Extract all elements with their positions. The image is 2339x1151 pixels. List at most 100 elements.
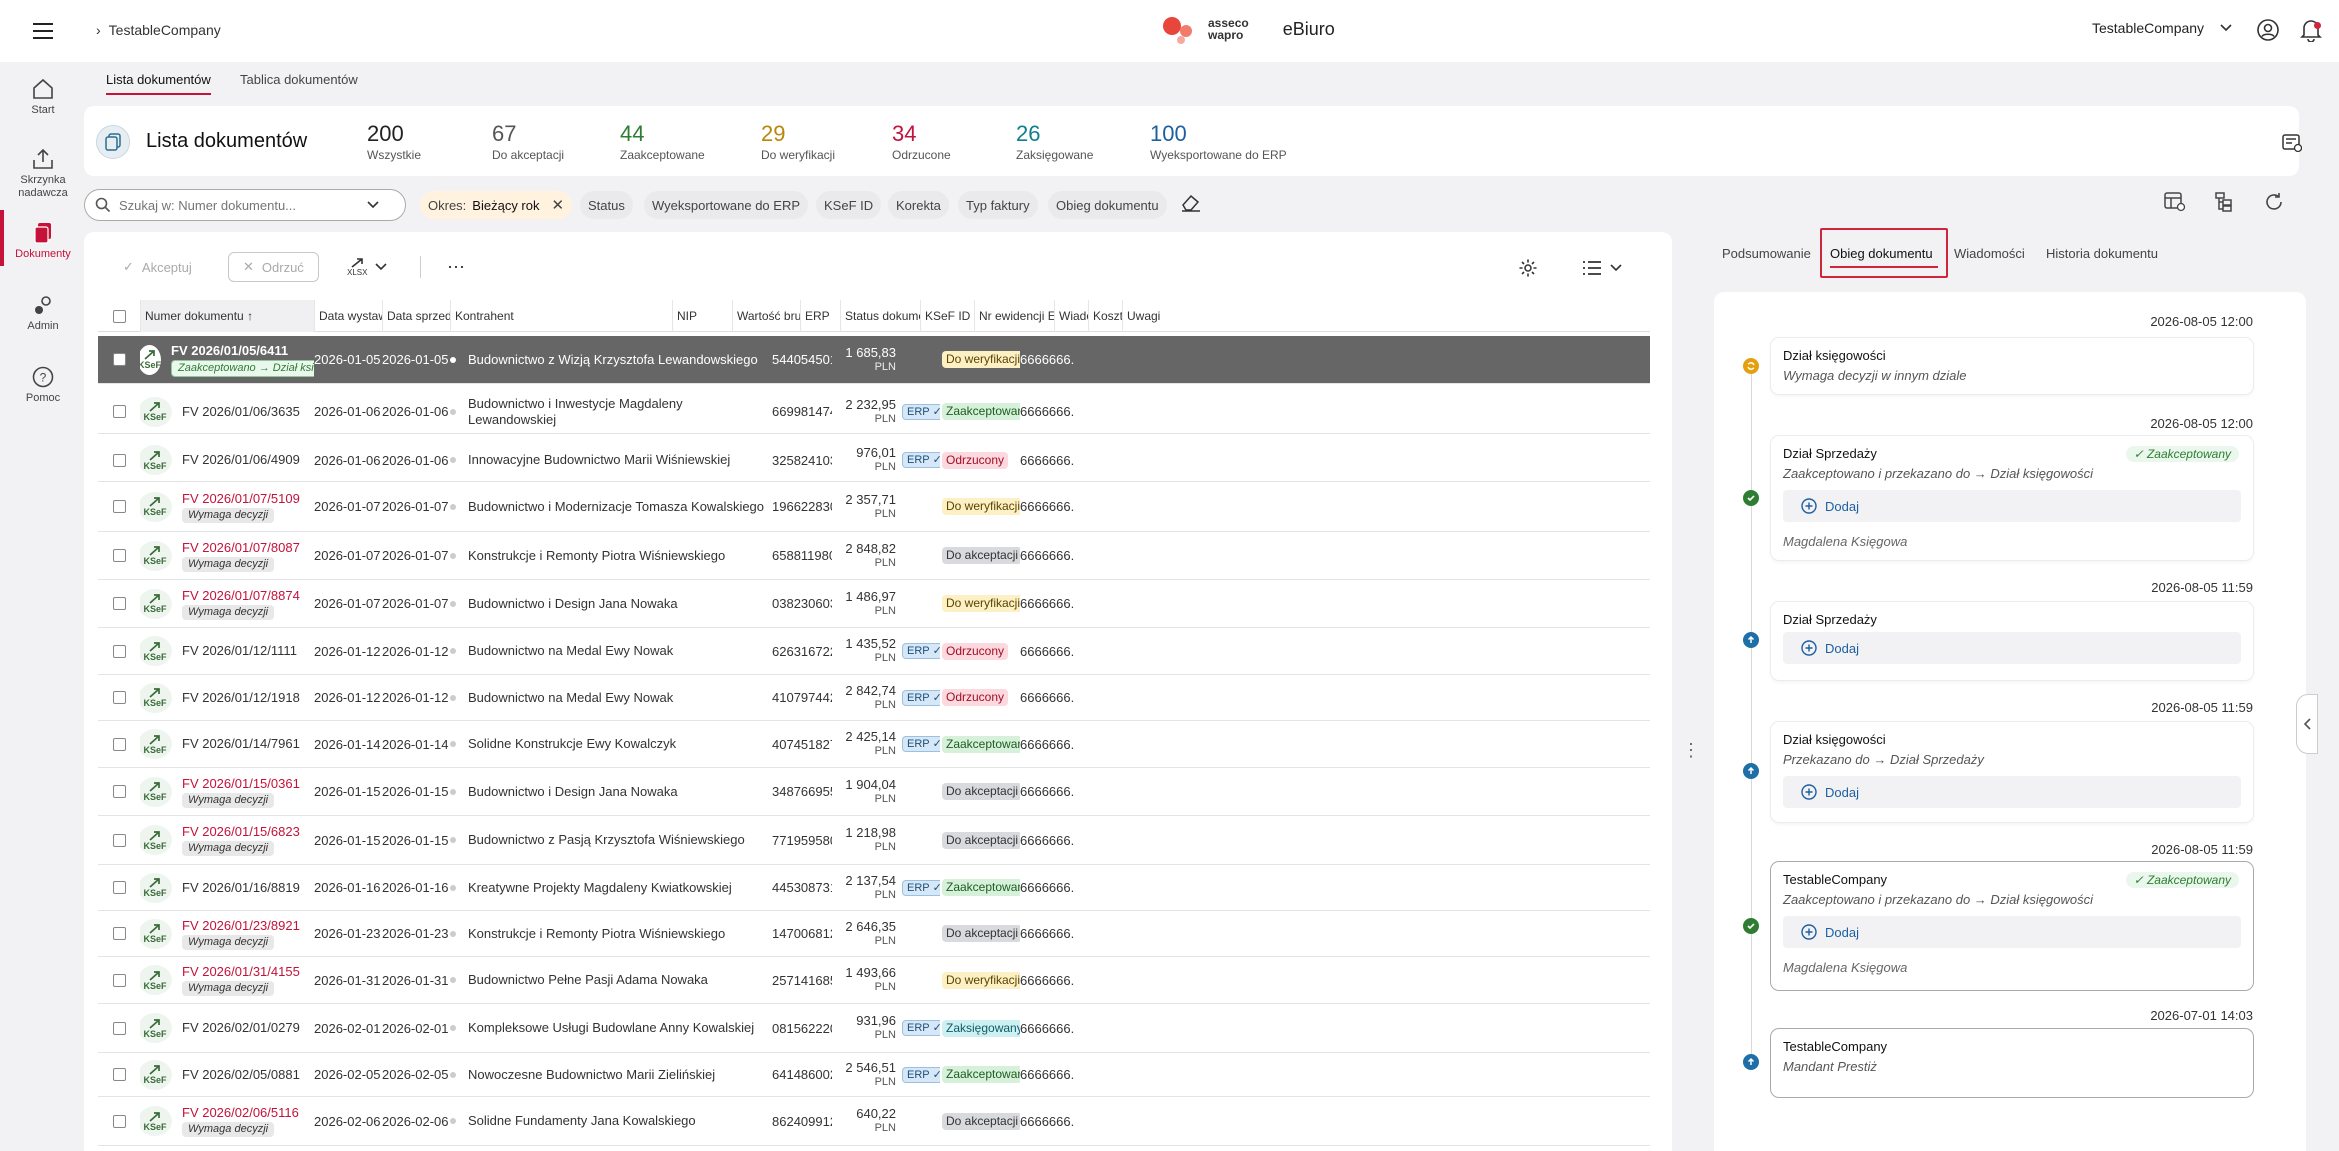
more-actions-icon[interactable]: ⋯ bbox=[432, 252, 480, 282]
row-checkbox[interactable] bbox=[112, 691, 126, 704]
column-header-costs[interactable]: Koszty bbox=[1088, 300, 1122, 332]
add-comment-button[interactable]: Dodaj bbox=[1783, 776, 2241, 808]
row-checkbox[interactable] bbox=[112, 597, 126, 610]
table-row[interactable]: KSeF FV 2026/01/07/8874 Wymaga decyzji 2026… bbox=[98, 580, 1650, 628]
stat-to-verify[interactable]: 29 Do weryfikacji bbox=[761, 122, 835, 163]
table-row[interactable]: KSeF FV 2026/01/06/4909 2026-01-06 2026-01-… bbox=[98, 439, 1650, 482]
stat-accepted[interactable]: 44 Zaakceptowane bbox=[620, 122, 705, 163]
table-row[interactable]: KSeF FV 2026/01/16/8819 2026-01-16 2026-01-… bbox=[98, 865, 1650, 911]
stat-all[interactable]: 200 Wszystkie bbox=[367, 122, 421, 163]
company-selector[interactable]: TestableCompany bbox=[2092, 20, 2232, 36]
tree-view-icon[interactable] bbox=[2214, 192, 2234, 212]
breadcrumb-company[interactable]: TestableCompany bbox=[109, 22, 221, 38]
chevron-down-icon[interactable] bbox=[367, 201, 379, 209]
select-all-checkbox[interactable] bbox=[112, 309, 126, 323]
column-header-sale-date[interactable]: Data sprzedaż bbox=[382, 300, 450, 332]
sidebar-item-documents[interactable]: Dokumenty bbox=[0, 210, 86, 266]
column-header-remarks[interactable]: Uwagi bbox=[1122, 300, 1162, 332]
filter-chip-exported-erp[interactable]: Wyeksportowane do ERP bbox=[644, 191, 809, 219]
table-row[interactable]: KSeF FV 2026/01/23/8921 Wymaga decyzji 2026… bbox=[98, 911, 1650, 957]
row-checkbox[interactable] bbox=[112, 405, 126, 418]
filter-chip-correction[interactable]: Korekta bbox=[888, 191, 949, 219]
sidebar-item-outbox[interactable]: Skrzynka nadawcza bbox=[0, 144, 86, 200]
table-row[interactable]: KSeF FV 2026/02/01/0279 2026-02-01 2026-02-… bbox=[98, 1004, 1650, 1053]
row-checkbox[interactable] bbox=[112, 500, 126, 513]
row-checkbox[interactable] bbox=[112, 785, 126, 798]
table-row[interactable]: KSeF FV 2026/01/12/1918 2026-01-12 2026-01-… bbox=[98, 675, 1650, 721]
row-checkbox[interactable] bbox=[112, 549, 126, 562]
ksef-id: 6666666... bbox=[1020, 404, 1074, 419]
row-checkbox[interactable] bbox=[112, 1021, 126, 1035]
row-checkbox[interactable] bbox=[112, 927, 126, 940]
hamburger-menu-icon[interactable] bbox=[28, 16, 58, 46]
sidebar-item-help[interactable]: ? Pomoc bbox=[0, 362, 86, 404]
row-checkbox[interactable] bbox=[112, 833, 126, 847]
table-row[interactable]: KSeF FV 2026/01/31/4155 Wymaga decyzji 2026… bbox=[98, 957, 1650, 1004]
tab-summary[interactable]: Podsumowanie bbox=[1722, 246, 1811, 261]
table-row[interactable]: KSeF FV 2026/01/07/8087 Wymaga decyzji 2026… bbox=[98, 532, 1650, 580]
tab-document-list[interactable]: Lista dokumentów bbox=[106, 72, 211, 95]
refresh-icon[interactable] bbox=[2264, 192, 2284, 212]
stat-to-accept[interactable]: 67 Do akceptacji bbox=[492, 122, 564, 163]
search-input[interactable] bbox=[119, 197, 359, 213]
table-row[interactable]: KSeF FV 2026/01/06/3635 2026-01-06 2026-01-… bbox=[98, 390, 1650, 434]
row-checkbox[interactable] bbox=[112, 453, 126, 467]
table-row[interactable]: KSeF FV 2026/01/15/6823 Wymaga decyzji 2026… bbox=[98, 816, 1650, 865]
table-row[interactable]: KSeF FV 2026/01/15/0361 Wymaga decyzji 2026… bbox=[98, 768, 1650, 816]
period-filter-chip[interactable]: Okres: Bieżący rok ✕ bbox=[420, 191, 573, 219]
column-header-gross[interactable]: Wartość brutto bbox=[732, 300, 800, 332]
table-settings-gear-icon[interactable] bbox=[1518, 258, 1538, 278]
export-xlsx-button[interactable]: XLSX bbox=[340, 252, 395, 282]
filter-chip-status[interactable]: Status bbox=[580, 191, 633, 219]
collapse-panel-button[interactable] bbox=[2296, 694, 2318, 754]
column-header-status[interactable]: Status dokumentu bbox=[840, 300, 920, 332]
reject-button[interactable]: ✕ Odrzuć bbox=[228, 252, 319, 282]
table-row[interactable]: KSeF FV 2026/01/07/5109 Wymaga decyzji 2026… bbox=[98, 482, 1650, 532]
column-header-issue-date[interactable]: Data wystawie bbox=[314, 300, 382, 332]
column-header-number[interactable]: Numer dokumentu ↑ bbox=[140, 300, 314, 332]
user-account-icon[interactable] bbox=[2256, 18, 2280, 42]
column-header-contractor[interactable]: Kontrahent bbox=[450, 300, 672, 332]
stat-rejected[interactable]: 34 Odrzucone bbox=[892, 122, 951, 163]
filter-chip-invoice-type[interactable]: Typ faktury bbox=[958, 191, 1038, 219]
breadcrumb[interactable]: › TestableCompany bbox=[96, 22, 221, 38]
tab-messages[interactable]: Wiadomości bbox=[1954, 246, 2025, 261]
row-checkbox[interactable] bbox=[112, 353, 126, 366]
sidebar-item-start[interactable]: Start bbox=[0, 74, 86, 116]
stat-exported-erp[interactable]: 100 Wyeksportowane do ERP bbox=[1150, 122, 1287, 163]
table-row[interactable]: KSeF FV 2026/02/06/5116 Wymaga decyzji 2026… bbox=[98, 1097, 1650, 1146]
column-header-ksef-id[interactable]: KSeF ID bbox=[920, 300, 974, 332]
add-comment-button[interactable]: Dodaj bbox=[1783, 916, 2241, 948]
row-checkbox[interactable] bbox=[112, 644, 126, 658]
close-icon[interactable]: ✕ bbox=[552, 196, 565, 214]
view-mode-selector[interactable] bbox=[1582, 260, 1622, 276]
panel-resize-handle-icon[interactable]: ⋮ bbox=[1682, 740, 1700, 761]
clear-filters-eraser-icon[interactable] bbox=[1180, 192, 1202, 212]
column-settings-icon[interactable] bbox=[2164, 192, 2186, 212]
filter-chip-document-flow[interactable]: Obieg dokumentu bbox=[1048, 191, 1167, 219]
accept-button[interactable]: ✓ Akceptuj bbox=[108, 252, 207, 282]
tab-document-board[interactable]: Tablica dokumentów bbox=[240, 72, 358, 87]
column-header-erp[interactable]: ERP bbox=[800, 300, 840, 332]
sidebar-item-admin[interactable]: Admin bbox=[0, 290, 86, 332]
table-row[interactable]: KSeF FV 2026/01/14/7961 2026-01-14 2026-01-… bbox=[98, 721, 1650, 768]
table-row[interactable]: KSeF FV 2026/02/05/0881 2026-02-05 2026-02-… bbox=[98, 1053, 1650, 1097]
row-checkbox[interactable] bbox=[112, 881, 126, 894]
search-icon bbox=[95, 197, 111, 213]
table-row[interactable]: KSeF FV 2026/01/12/1111 2026-01-12 2026-01-… bbox=[98, 628, 1650, 675]
column-header-messages[interactable]: Wiado bbox=[1054, 300, 1088, 332]
row-checkbox[interactable] bbox=[112, 973, 126, 987]
add-comment-button[interactable]: Dodaj bbox=[1783, 632, 2241, 664]
row-checkbox[interactable] bbox=[112, 1068, 126, 1081]
tab-document-history[interactable]: Historia dokumentu bbox=[2046, 246, 2158, 261]
row-checkbox[interactable] bbox=[112, 737, 126, 751]
filter-chip-ksef-id[interactable]: KSeF ID bbox=[816, 191, 882, 219]
column-header-erp-number[interactable]: Nr ewidencji ERP bbox=[974, 300, 1054, 332]
add-comment-button[interactable]: Dodaj bbox=[1783, 490, 2241, 522]
table-row[interactable]: KSeF FV 2026/01/05/6411 Zaakceptowano → Dz… bbox=[98, 336, 1650, 384]
panel-settings-icon[interactable] bbox=[2282, 134, 2302, 152]
search-box[interactable] bbox=[84, 189, 406, 221]
column-header-nip[interactable]: NIP bbox=[672, 300, 732, 332]
row-checkbox[interactable] bbox=[112, 1114, 126, 1128]
stat-booked[interactable]: 26 Zaksięgowane bbox=[1016, 122, 1093, 163]
